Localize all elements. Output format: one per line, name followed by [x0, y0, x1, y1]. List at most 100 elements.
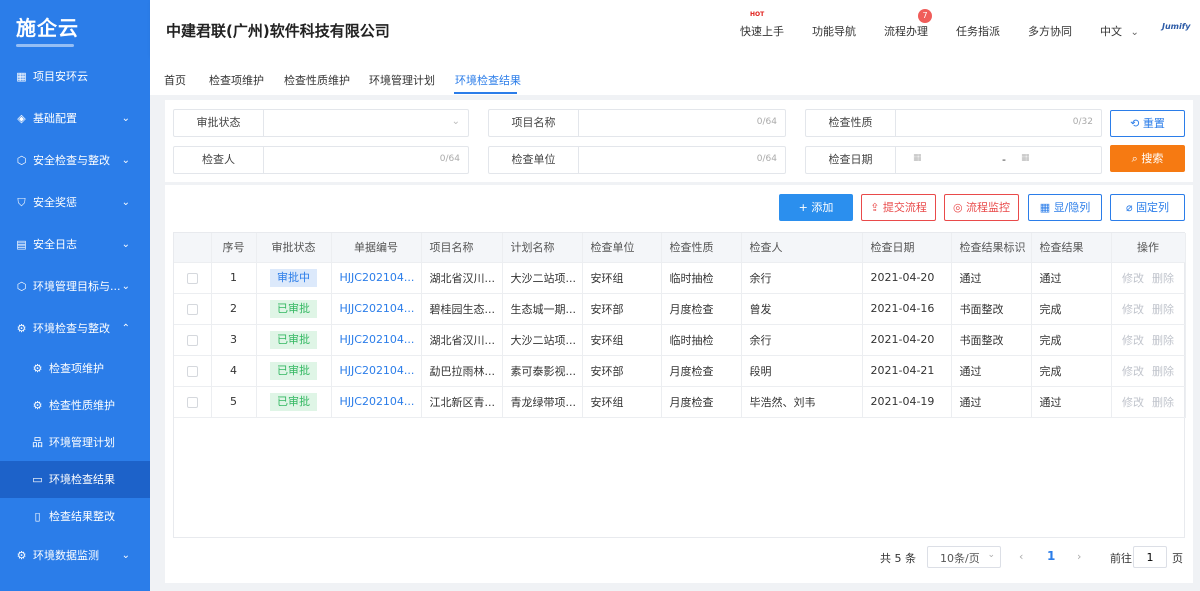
- quick-start-link[interactable]: HOT 快速上手: [740, 11, 784, 39]
- edit-link[interactable]: 修改: [1122, 303, 1144, 316]
- tab-home[interactable]: 首页: [164, 72, 186, 88]
- row-checkbox[interactable]: [186, 365, 198, 377]
- brand-logo[interactable]: 施企云: [0, 0, 150, 56]
- sidebar-item-label: 基础配置: [33, 112, 77, 125]
- logo-swoosh: [16, 44, 74, 47]
- search-button[interactable]: ⌕ 搜索: [1110, 145, 1185, 172]
- cube-icon: ⬡: [16, 280, 27, 293]
- edit-link[interactable]: 修改: [1122, 365, 1144, 378]
- table-row[interactable]: 4 已审批 HJJC202104... 勐巴拉雨林... 素可泰影视... 安环部 月度检查…: [174, 355, 1186, 387]
- collaboration-link[interactable]: 多方协同: [1028, 23, 1072, 39]
- sidebar-item-safety-log[interactable]: ▤ 安全日志 ⌄: [0, 224, 150, 266]
- document-code-link[interactable]: HJJC202104...: [340, 395, 415, 408]
- quick-start-label: 快速上手: [740, 25, 784, 38]
- inspection-nature-input[interactable]: 检查性质 0/32: [805, 109, 1102, 137]
- inspection-date-range[interactable]: 检查日期 ▦ - ▦: [805, 146, 1102, 174]
- edit-link[interactable]: 修改: [1122, 334, 1144, 347]
- actions-cell: 修改 删除: [1111, 386, 1186, 418]
- sidebar-item-inspection-items[interactable]: ⚙ 检查项维护: [0, 350, 150, 387]
- table-row[interactable]: 3 已审批 HJJC202104... 湖北省汉川... 大沙二站项... 安环组 临时抽检…: [174, 324, 1186, 356]
- delete-link[interactable]: 删除: [1152, 396, 1174, 409]
- reset-icon: ⟲: [1130, 117, 1140, 130]
- row-checkbox[interactable]: [186, 334, 198, 346]
- row-select-cell: [174, 386, 212, 418]
- function-nav-link[interactable]: 功能导航: [812, 23, 856, 39]
- table-row[interactable]: 5 已审批 HJJC202104... 江北新区青... 青龙绿带项... 安环组 月度检查…: [174, 386, 1186, 418]
- approval-status-select[interactable]: 审批状态 ⌄: [173, 109, 469, 137]
- delete-link[interactable]: 删除: [1152, 303, 1174, 316]
- reset-label: 重置: [1142, 117, 1165, 130]
- language-select[interactable]: 中文 ⌄: [1100, 23, 1139, 39]
- top-header: 中建君联(广州)软件科技有限公司 HOT 快速上手 功能导航 7 流程办理 任务指派…: [150, 0, 1200, 56]
- submit-process-label: 提交流程: [882, 201, 927, 214]
- process-monitor-button[interactable]: ◎ 流程监控: [944, 194, 1019, 221]
- goto-page-input[interactable]: [1133, 546, 1167, 568]
- tab-env-plan[interactable]: 环境管理计划: [369, 72, 435, 88]
- row-checkbox[interactable]: [186, 303, 198, 315]
- search-label: 搜索: [1141, 152, 1164, 165]
- page-size-select[interactable]: 10条/页 ⌄: [927, 546, 1001, 568]
- tab-env-results[interactable]: 环境检查结果: [455, 72, 521, 88]
- prev-page-button[interactable]: ‹: [1019, 550, 1023, 563]
- sidebar-item-env-goals[interactable]: ⬡ 环境管理目标与... ⌄: [0, 266, 150, 308]
- result-cell: 通过: [1031, 386, 1112, 418]
- tab-inspection-items[interactable]: 检查项维护: [209, 72, 264, 88]
- delete-link[interactable]: 删除: [1152, 272, 1174, 285]
- sidebar-item-label: 环境检查与整改: [33, 322, 110, 335]
- chevron-icon: ⌄: [121, 155, 130, 166]
- date-cell: 2021-04-19: [862, 386, 952, 418]
- column-header: 检查结果标识: [951, 233, 1032, 263]
- table-row[interactable]: 2 已审批 HJJC202104... 碧桂园生态... 生态城一期... 安环部 月度检查…: [174, 293, 1186, 325]
- status-badge: 已审批: [270, 299, 317, 318]
- delete-link[interactable]: 删除: [1152, 334, 1174, 347]
- sidebar-item-basic-config[interactable]: ◈ 基础配置 ⌄: [0, 98, 150, 140]
- edit-link[interactable]: 修改: [1122, 272, 1144, 285]
- sidebar-item-inspection-nature[interactable]: ⚙ 检查性质维护: [0, 387, 150, 424]
- add-label: 添加: [811, 201, 834, 214]
- column-header: 单据编号: [331, 233, 422, 263]
- sidebar-item-safety-inspection[interactable]: ⬡ 安全检查与整改 ⌄: [0, 140, 150, 182]
- current-page[interactable]: 1: [1047, 549, 1055, 563]
- inspection-unit-input[interactable]: 检查单位 0/64: [488, 146, 786, 174]
- row-number: 3: [211, 324, 257, 356]
- project-name-cell: 勐巴拉雨林...: [421, 355, 503, 387]
- document-code-link[interactable]: HJJC202104...: [340, 302, 415, 315]
- sidebar-item-result-rectify[interactable]: ▯ 检查结果整改: [0, 498, 150, 535]
- row-number: 4: [211, 355, 257, 387]
- sidebar-item-safety-rewards[interactable]: ⛉ 安全奖惩 ⌄: [0, 182, 150, 224]
- next-page-button[interactable]: ›: [1077, 550, 1081, 563]
- project-name-label: 项目名称: [489, 110, 579, 136]
- edit-link[interactable]: 修改: [1122, 396, 1144, 409]
- sidebar-item-label: 安全奖惩: [33, 196, 77, 209]
- row-checkbox[interactable]: [186, 272, 198, 284]
- language-label: 中文: [1100, 25, 1122, 38]
- add-button[interactable]: + 添加: [779, 194, 853, 221]
- document-code-link[interactable]: HJJC202104...: [340, 364, 415, 377]
- tab-inspection-nature[interactable]: 检查性质维护: [284, 72, 350, 88]
- results-panel: + 添加 ⇪ 提交流程 ◎ 流程监控 ▦ 显/隐列 ⌀ 固定列 序号 审批状态 …: [165, 185, 1193, 583]
- table-row[interactable]: 1 审批中 HJJC202104... 湖北省汉川... 大沙二站项... 安环组 临时抽检…: [174, 262, 1186, 294]
- row-checkbox[interactable]: [186, 396, 198, 408]
- task-assign-label: 任务指派: [956, 25, 1000, 38]
- delete-link[interactable]: 删除: [1152, 365, 1174, 378]
- date-range-separator: -: [1002, 153, 1006, 166]
- document-code-link[interactable]: HJJC202104...: [340, 333, 415, 346]
- toggle-columns-button[interactable]: ▦ 显/隐列: [1028, 194, 1102, 221]
- document-code-link[interactable]: HJJC202104...: [340, 271, 415, 284]
- actions-cell: 修改 删除: [1111, 324, 1186, 356]
- inspector-input[interactable]: 检查人 0/64: [173, 146, 469, 174]
- sidebar-item-env-plan[interactable]: 品环境管理计划: [0, 424, 150, 461]
- sidebar-item-env-monitoring[interactable]: ⚙ 环境数据监测 ⌄: [0, 535, 150, 577]
- task-assign-link[interactable]: 任务指派: [956, 23, 1000, 39]
- sidebar-item-env-inspection[interactable]: ⚙ 环境检查与整改 ⌃: [0, 308, 150, 350]
- chevron-icon: ⌄: [121, 239, 130, 250]
- submit-process-button[interactable]: ⇪ 提交流程: [861, 194, 936, 221]
- sidebar-item-env-results[interactable]: ▭ 环境检查结果: [0, 461, 150, 498]
- fix-columns-button[interactable]: ⌀ 固定列: [1110, 194, 1185, 221]
- project-name-input[interactable]: 项目名称 0/64: [488, 109, 786, 137]
- process-handling-link[interactable]: 7 流程办理: [884, 9, 932, 39]
- sidebar-item-project-cloud[interactable]: ▦ 项目安环云: [0, 56, 150, 98]
- column-header: 检查结果: [1031, 233, 1112, 263]
- settings-icon: ⚙: [16, 322, 27, 335]
- reset-button[interactable]: ⟲ 重置: [1110, 110, 1185, 137]
